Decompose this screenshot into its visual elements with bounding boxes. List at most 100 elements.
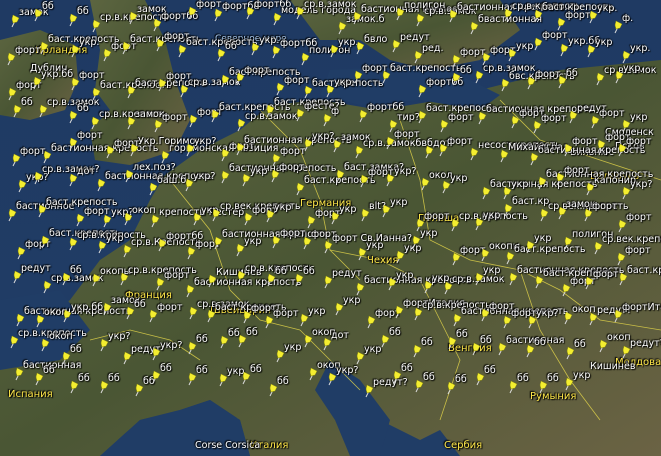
pushpin-icon[interactable] (210, 208, 222, 222)
pushpin-icon[interactable] (473, 217, 485, 231)
pushpin-icon[interactable] (356, 247, 368, 261)
pushpin-icon[interactable] (359, 208, 371, 222)
pushpin-icon[interactable] (562, 143, 574, 157)
placemark-label[interactable]: форт (592, 202, 618, 212)
pushpin-icon[interactable] (128, 143, 140, 157)
pushpin-icon[interactable] (264, 104, 276, 118)
pushpin-icon[interactable] (528, 152, 540, 166)
pushpin-icon[interactable] (101, 214, 113, 228)
pushpin-icon[interactable] (502, 8, 514, 22)
placemark-label[interactable]: укр (450, 174, 467, 184)
pushpin-icon[interactable] (595, 139, 607, 153)
pushpin-icon[interactable] (525, 76, 537, 90)
pushpin-icon[interactable] (474, 372, 486, 386)
pushpin-icon[interactable] (479, 308, 491, 322)
placemark-label[interactable]: лех.поз? (133, 163, 176, 173)
placemark-label[interactable]: бастионная крепость (538, 146, 645, 156)
pushpin-icon[interactable] (390, 39, 402, 53)
pushpin-icon[interactable] (69, 44, 81, 58)
pushpin-icon[interactable] (235, 270, 247, 284)
pushpin-icon[interactable] (331, 139, 343, 153)
pushpin-icon[interactable] (299, 52, 311, 66)
pushpin-icon[interactable] (558, 43, 570, 57)
placemark-label[interactable]: укр (244, 237, 261, 247)
pushpin-icon[interactable] (532, 9, 544, 23)
pushpin-icon[interactable] (176, 44, 188, 58)
pushpin-icon[interactable] (386, 277, 398, 291)
pushpin-icon[interactable] (267, 383, 279, 397)
pushpin-icon[interactable] (95, 178, 107, 192)
pushpin-icon[interactable] (322, 275, 334, 289)
placemark-label[interactable]: дот (77, 167, 95, 177)
pushpin-icon[interactable] (585, 44, 597, 58)
placemark-label[interactable]: редут (21, 264, 51, 274)
city-label[interactable]: Corse Corsica (195, 441, 260, 451)
pushpin-icon[interactable] (178, 84, 190, 98)
pushpin-icon[interactable] (147, 309, 159, 323)
pushpin-icon[interactable] (123, 169, 135, 183)
placemark-label[interactable]: укр. (630, 44, 650, 54)
pushpin-icon[interactable] (384, 136, 396, 150)
pushpin-icon[interactable] (38, 41, 50, 55)
placemark-label[interactable]: укр (396, 271, 413, 281)
placemark-label[interactable]: укр. (79, 38, 99, 48)
placemark-label[interactable]: укр (483, 211, 500, 221)
placemark-label[interactable]: укр? (536, 309, 558, 319)
placemark-label[interactable]: укр (595, 38, 612, 48)
pushpin-icon[interactable] (354, 351, 366, 365)
pushpin-icon[interactable] (589, 115, 601, 129)
pushpin-icon[interactable] (120, 41, 132, 55)
pushpin-icon[interactable] (151, 18, 163, 32)
pushpin-icon[interactable] (438, 119, 450, 133)
pushpin-icon[interactable] (468, 147, 480, 161)
pushpin-icon[interactable] (270, 235, 282, 249)
pushpin-icon[interactable] (536, 176, 548, 190)
pushpin-icon[interactable] (582, 208, 594, 222)
pushpin-icon[interactable] (125, 85, 137, 99)
pushpin-icon[interactable] (205, 309, 217, 323)
pushpin-icon[interactable] (152, 119, 164, 133)
pushpin-icon[interactable] (187, 306, 199, 320)
placemark-label[interactable]: укр (343, 296, 360, 306)
pushpin-icon[interactable] (33, 372, 45, 386)
pushpin-icon[interactable] (149, 214, 161, 228)
pushpin-icon[interactable] (98, 338, 110, 352)
pushpin-icon[interactable] (215, 48, 227, 62)
pushpin-icon[interactable] (416, 110, 428, 124)
pushpin-icon[interactable] (419, 177, 431, 191)
pushpin-icon[interactable] (414, 13, 426, 27)
pushpin-icon[interactable] (234, 72, 246, 86)
placemark-label[interactable]: форт (273, 309, 299, 319)
pushpin-icon[interactable] (554, 172, 566, 186)
pushpin-icon[interactable] (437, 143, 449, 157)
pushpin-icon[interactable] (269, 169, 281, 183)
pushpin-icon[interactable] (270, 153, 282, 167)
placemark-label[interactable]: ср.век.крепость (602, 235, 661, 245)
pushpin-icon[interactable] (234, 243, 246, 257)
pushpin-icon[interactable] (394, 7, 406, 21)
pushpin-icon[interactable] (555, 17, 567, 31)
placemark-label[interactable]: форт (279, 163, 305, 173)
pushpin-icon[interactable] (263, 315, 275, 329)
satellite-map[interactable]: Северное море Ирландия Франция Швейцария Исп… (0, 0, 661, 456)
pushpin-icon[interactable] (502, 203, 514, 217)
placemark-label[interactable]: форт (541, 114, 567, 124)
pushpin-icon[interactable] (67, 110, 79, 124)
pushpin-icon[interactable] (242, 212, 254, 226)
pushpin-icon[interactable] (37, 104, 49, 118)
pushpin-icon[interactable] (380, 204, 392, 218)
pushpin-icon[interactable] (150, 347, 162, 361)
pushpin-icon[interactable] (620, 119, 632, 133)
pushpin-icon[interactable] (563, 377, 575, 391)
pushpin-icon[interactable] (445, 381, 457, 395)
pushpin-icon[interactable] (496, 342, 508, 356)
pushpin-icon[interactable] (234, 142, 246, 156)
placemark-label[interactable]: форт (625, 246, 651, 256)
placemark-label[interactable]: форт (593, 270, 619, 280)
pushpin-icon[interactable] (363, 384, 375, 398)
placemark-label[interactable]: укр? (108, 332, 130, 342)
pushpin-icon[interactable] (532, 37, 544, 51)
pushpin-icon[interactable] (36, 204, 48, 218)
pushpin-icon[interactable] (264, 209, 276, 223)
pushpin-icon[interactable] (450, 252, 462, 266)
